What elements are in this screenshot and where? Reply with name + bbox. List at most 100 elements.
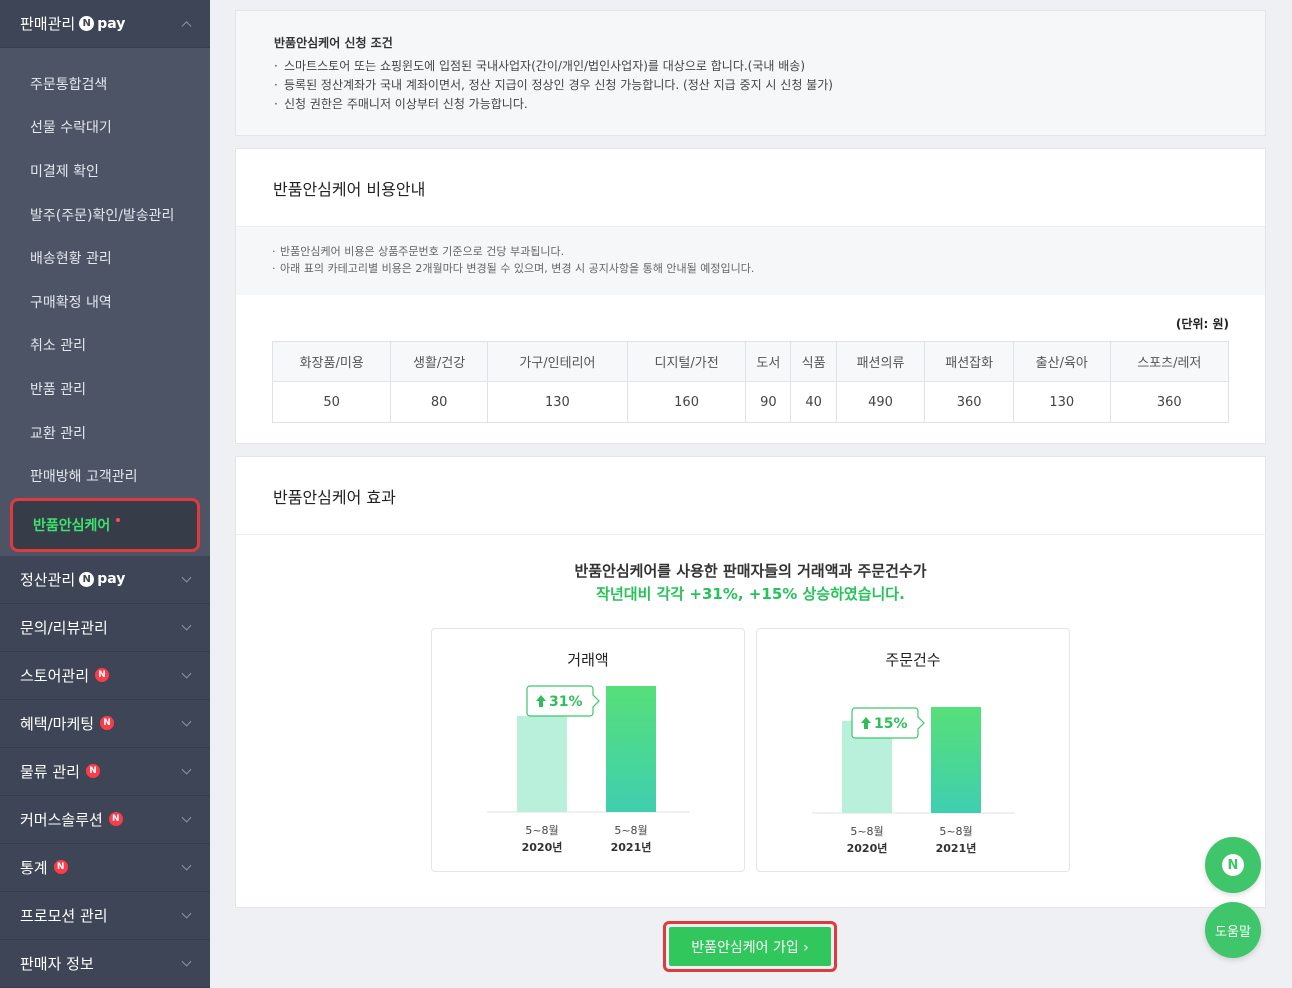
sidebar-section-label: 문의/리뷰관리 [20, 618, 108, 637]
chart-tick-year: 2020년 [522, 840, 563, 854]
sidebar-section[interactable]: 커머스솔루션 N [0, 795, 210, 844]
new-badge-icon: N [108, 812, 123, 827]
sidebar-item[interactable]: 판매방해 고객관리 [0, 454, 210, 498]
category-cost: 130 [486, 381, 628, 423]
chart-tick-period: 5~8월 [939, 825, 972, 838]
sidebar-section[interactable]: 문의/리뷰관리 [0, 603, 210, 652]
sidebar-section[interactable]: 프로모션 관리 [0, 891, 210, 940]
sidebar-item[interactable]: 교환 관리 [0, 411, 210, 455]
condition-item: 스마트스토어 또는 쇼핑윈도에 입점된 국내사업자(간이/개인/법인사업자)를 … [274, 57, 1227, 76]
condition-item: 신청 권한은 주매니저 이상부터 신청 가능합니다. [274, 95, 1227, 114]
sidebar-item[interactable]: 배송현황 관리 [0, 236, 210, 280]
cost-note: 반품안심케어 비용은 상품주문번호 기준으로 건당 부과됩니다. [272, 243, 1229, 260]
orders-chart: 5~8월 2020년 5~8월 2021년 15% [812, 707, 1015, 855]
join-button-highlight: 반품안심케어 가입 › [663, 921, 837, 972]
category-cost: 80 [390, 381, 488, 423]
chart-tick-year: 2021년 [611, 840, 652, 854]
sidebar-item[interactable]: 발주(주문)확인/발송관리 [0, 193, 210, 237]
chevron-down-icon[interactable] [181, 861, 192, 871]
chart-tick-year: 2020년 [847, 841, 888, 855]
chevron-down-icon[interactable] [181, 573, 192, 583]
npay-logo: Npay [79, 571, 125, 587]
sidebar-section[interactable]: 판매자 정보 [0, 939, 210, 988]
sales-chart: 5~8월 2020년 5~8월 2021년 31% [487, 685, 690, 854]
category-header: 패션잡화 [924, 341, 1014, 382]
sidebar-item[interactable]: 선물 수락대기 [0, 106, 210, 150]
new-badge-icon: N [53, 860, 68, 875]
help-button[interactable]: 도움말 [1205, 902, 1261, 958]
sidebar-section-label: 판매관리 [20, 15, 76, 33]
chevron-down-icon[interactable] [181, 669, 192, 679]
chevron-up-icon[interactable] [181, 20, 192, 31]
chevron-down-icon[interactable] [181, 909, 192, 919]
category-header: 가구/인테리어 [486, 341, 628, 382]
sidebar-item[interactable]: 구매확정 내역 [0, 280, 210, 324]
category-header: 식품 [790, 341, 837, 382]
category-header: 생활/건강 [390, 341, 488, 382]
growth-callout: 31% [526, 685, 600, 717]
naver-n-icon: N [1222, 854, 1244, 876]
unit-label: (단위: 원) [1175, 317, 1229, 331]
sidebar-section-label: 판매자 정보 [20, 954, 94, 973]
effect-title: 반품안심케어 효과 [236, 457, 1265, 535]
sidebar-item[interactable]: 취소 관리 [0, 324, 210, 368]
category-header: 출산/육아 [1012, 341, 1111, 382]
category-cost: 40 [790, 381, 837, 423]
chart-tick-period: 5~8월 [614, 824, 647, 837]
naver-talk-button[interactable]: N [1205, 837, 1261, 893]
sidebar-item[interactable]: 반품 관리 [0, 367, 210, 411]
sidebar-item[interactable]: 주문통합검색 [0, 62, 210, 106]
sidebar-item-active[interactable]: 반품안심케어 [10, 497, 200, 552]
sidebar-section-label: 스토어관리 [20, 666, 90, 685]
join-button[interactable]: 반품안심케어 가입 › [669, 927, 831, 966]
chart-bar [931, 707, 981, 813]
chart-tick-period: 5~8월 [850, 825, 883, 838]
sidebar-section-label: 프로모션 관리 [20, 906, 108, 925]
chevron-down-icon[interactable] [181, 765, 192, 775]
cost-table: 화장품/미용 생활/건강 가구/인테리어 디지털/가전 도서 식품 패션의류 패션잡화 출산/육… [271, 341, 1230, 423]
chevron-down-icon[interactable] [181, 957, 192, 967]
effect-headline-highlight: 작년대비 각각 +31%, +15% 상승하였습니다. [596, 585, 905, 603]
category-header: 스포츠/레저 [1109, 341, 1230, 382]
category-cost: 360 [924, 381, 1014, 423]
sidebar-section[interactable]: 물류 관리 N [0, 747, 210, 796]
effect-panel: 반품안심케어 효과 반품안심케어를 사용한 판매자들의 거래액과 주문건수가 작… [235, 456, 1266, 908]
sidebar-section[interactable]: 혜택/마케팅 N [0, 699, 210, 748]
chart-tick-year: 2021년 [936, 841, 977, 855]
chart-bar [606, 686, 656, 812]
sidebar-section[interactable]: 스토어관리 N [0, 651, 210, 700]
sidebar-section-label: 혜택/마케팅 [20, 714, 95, 733]
chart-tick-period: 5~8월 [525, 824, 558, 837]
category-cost: 90 [745, 381, 792, 423]
chart-bar [517, 715, 567, 812]
chevron-down-icon[interactable] [181, 621, 192, 631]
sidebar-item-label: 반품안심케어 [33, 517, 111, 534]
chevron-down-icon[interactable] [181, 717, 192, 727]
sidebar-item[interactable]: 미결제 확인 [0, 149, 210, 193]
new-dot-icon [116, 517, 121, 522]
cost-notes: 반품안심케어 비용은 상품주문번호 기준으로 건당 부과됩니다.아래 표의 카테… [236, 227, 1265, 295]
growth-label: 31% [549, 694, 583, 710]
sidebar-section-label: 통계 [20, 858, 48, 877]
category-cost: 160 [626, 381, 747, 423]
sidebar: 판매관리 Npay 주문통합검색 선물 수락대기 미결제 확인 발주(주문)확인/발송… [0, 0, 210, 988]
sidebar-section-label: 커머스솔루션 [20, 810, 103, 829]
new-badge-icon: N [95, 668, 110, 683]
sidebar-section-label: 정산관리 [20, 570, 76, 589]
conditions-panel: 반품안심케어 신청 조건 스마트스토어 또는 쇼핑윈도에 입점된 국내사업자(간… [235, 10, 1266, 136]
sidebar-section[interactable]: 통계 N [0, 843, 210, 892]
cost-title: 반품안심케어 비용안내 [236, 149, 1265, 227]
category-cost: 360 [1109, 381, 1230, 423]
new-badge-icon: N [85, 764, 100, 779]
category-header: 도서 [745, 341, 792, 382]
sidebar-section-label: 물류 관리 [20, 762, 80, 781]
growth-callout: 15% [851, 707, 925, 739]
sidebar-section[interactable]: 정산관리 Npay [0, 555, 210, 604]
category-header: 화장품/미용 [271, 341, 392, 382]
category-cost: 490 [835, 381, 926, 423]
effect-headline: 반품안심케어를 사용한 판매자들의 거래액과 주문건수가 [574, 562, 927, 580]
sidebar-section-sales[interactable]: 판매관리 Npay [0, 0, 210, 48]
chevron-down-icon[interactable] [181, 813, 192, 823]
main-content: 반품안심케어 신청 조건 스마트스토어 또는 쇼핑윈도에 입점된 국내사업자(간… [210, 0, 1292, 988]
new-badge-icon: N [100, 716, 115, 731]
